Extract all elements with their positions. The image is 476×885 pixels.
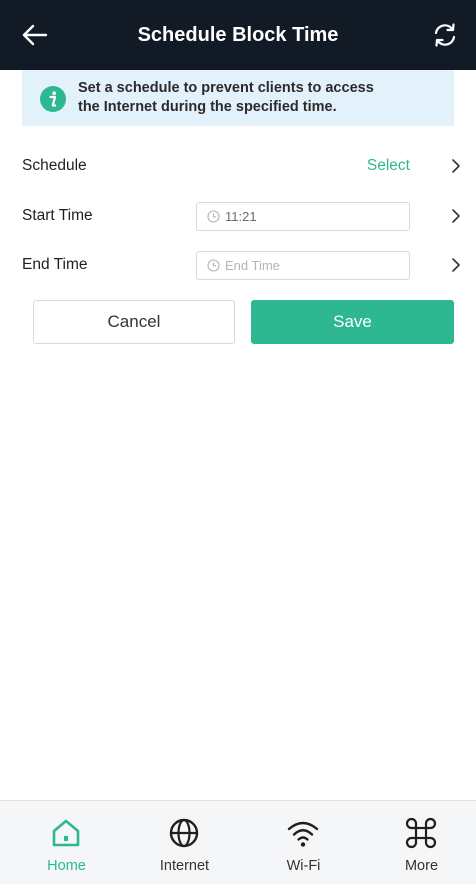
start-time-input[interactable]: 11:21 (196, 202, 410, 231)
clock-icon (207, 210, 220, 223)
info-icon (40, 86, 66, 112)
start-time-label: Start Time (22, 207, 93, 224)
end-time-input[interactable]: End Time (196, 251, 410, 280)
banner-message-line2: the Internet during the specified time. (78, 99, 337, 115)
end-time-placeholder: End Time (225, 258, 280, 273)
banner-message-line1: Set a schedule to prevent clients to acc… (78, 80, 374, 96)
nav-internet[interactable]: Internet (125, 801, 244, 885)
schedule-row[interactable]: Schedule Select (22, 146, 462, 186)
chevron-right-icon[interactable] (450, 208, 462, 224)
nav-home-label: Home (47, 858, 86, 874)
nav-more[interactable]: More (362, 801, 476, 885)
command-icon (404, 816, 438, 850)
cancel-button[interactable]: Cancel (33, 300, 235, 344)
home-icon (49, 816, 83, 850)
globe-icon (167, 816, 201, 850)
save-button[interactable]: Save (251, 300, 454, 344)
nav-more-label: More (404, 858, 439, 874)
nav-wifi-label: Wi-Fi (286, 858, 321, 874)
start-time-row: Start Time 11:21 (22, 196, 462, 236)
nav-wifi[interactable]: Wi-Fi (244, 801, 363, 885)
page-title: Schedule Block Time (137, 24, 339, 46)
nav-home[interactable]: Home (7, 801, 126, 885)
bottom-nav: Home Internet Wi-Fi More (0, 800, 476, 884)
clock-icon (207, 259, 220, 272)
wifi-icon (286, 816, 320, 850)
chevron-right-icon[interactable] (450, 257, 462, 273)
nav-internet-label: Internet (159, 858, 210, 874)
chevron-right-icon[interactable] (450, 158, 462, 174)
start-time-value: 11:21 (225, 209, 257, 224)
top-bar: Schedule Block Time (0, 0, 476, 70)
info-banner: Set a schedule to prevent clients to acc… (22, 70, 454, 126)
refresh-icon[interactable] (430, 20, 460, 50)
schedule-label: Schedule (22, 157, 87, 174)
end-time-row: End Time End Time (22, 245, 462, 285)
schedule-select-link[interactable]: Select (367, 146, 410, 186)
end-time-label: End Time (22, 256, 88, 273)
banner-message: Set a schedule to prevent clients to acc… (78, 79, 448, 117)
